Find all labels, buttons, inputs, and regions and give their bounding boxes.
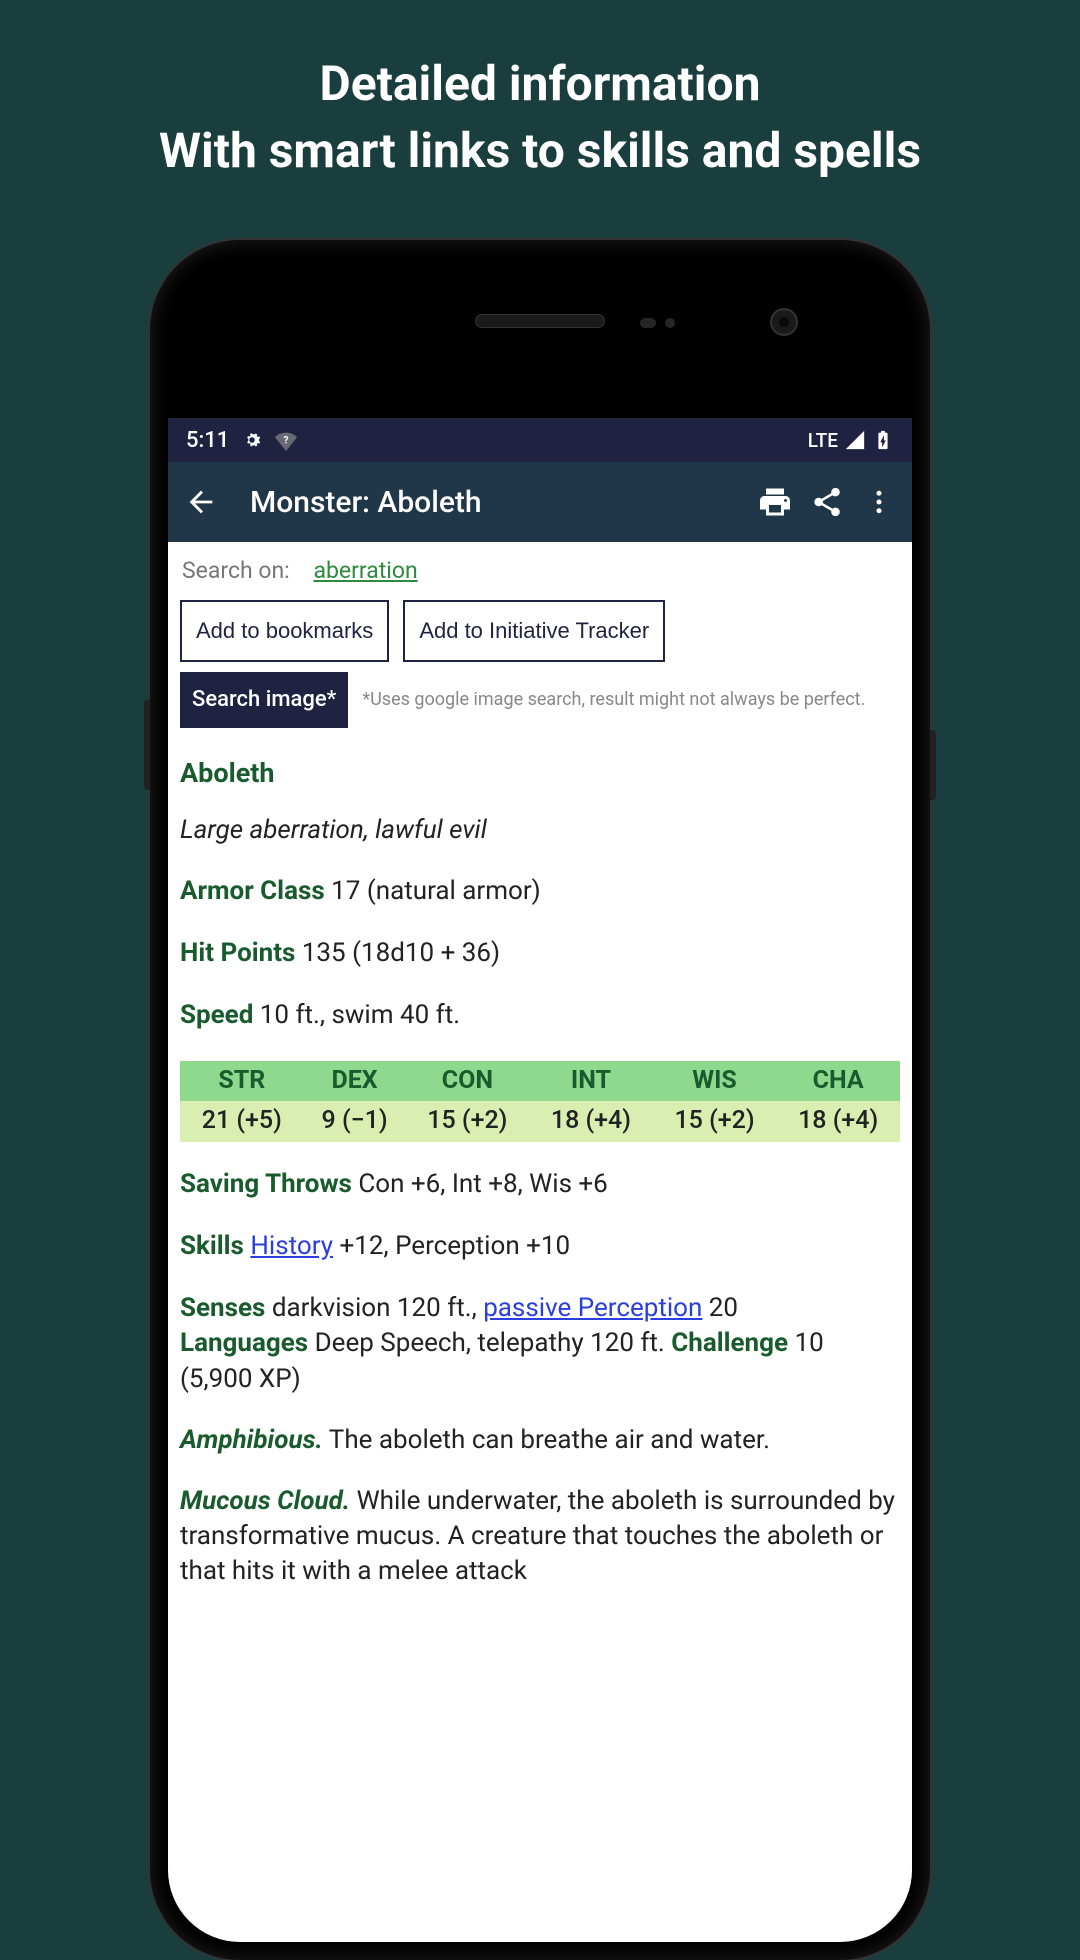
app-screen: 5:11 ? LTE [168,418,912,1942]
skills-line: Skills History +12, Perception +10 [180,1230,900,1264]
hp-label: Hit Points [180,938,295,968]
promo-line-1: Detailed information [40,50,1040,117]
ability-header: STR [180,1061,304,1102]
saves-value: Con +6, Int +8, Wis +6 [352,1169,608,1199]
phone-camera [770,308,798,336]
saving-throws-line: Saving Throws Con +6, Int +8, Wis +6 [180,1168,900,1202]
ability-header: DEX [304,1061,406,1102]
add-bookmark-button[interactable]: Add to bookmarks [180,600,389,662]
trait-amphibious: Amphibious. The aboleth can breathe air … [180,1423,900,1458]
trait-name: Amphibious. [180,1425,323,1455]
senses-post: 20 [702,1293,738,1323]
ability-value: 18 (+4) [529,1101,653,1142]
ability-value: 21 (+5) [180,1101,304,1142]
saves-label: Saving Throws [180,1169,352,1199]
wifi-unknown-icon: ? [275,429,297,451]
search-on-link[interactable]: aberration [313,557,417,584]
ability-header: CON [406,1061,530,1102]
skills-label: Skills [180,1231,244,1261]
phone-side-button-right [930,730,936,800]
phone-side-button-left [144,700,150,790]
challenge-label: Challenge [671,1328,788,1358]
armor-class-line: Armor Class 17 (natural armor) [180,875,900,909]
promo-heading: Detailed information With smart links to… [0,0,1080,184]
ability-header: CHA [776,1061,900,1102]
skill-link-history[interactable]: History [250,1231,333,1261]
monster-subtitle: Large aberration, lawful evil [180,814,900,848]
search-image-button[interactable]: Search image* [180,672,348,729]
speed-line: Speed 10 ft., swim 40 ft. [180,999,900,1033]
senses-pre: darkvision 120 ft., [265,1293,483,1323]
signal-icon [844,429,866,451]
page-title: Monster: Aboleth [250,485,742,520]
ability-value: 9 (−1) [304,1101,406,1142]
status-network: LTE [808,429,838,452]
print-button[interactable] [756,483,794,521]
status-bar: 5:11 ? LTE [168,418,912,462]
phone-sensor [640,318,656,328]
passive-perception-link[interactable]: passive Perception [483,1293,702,1323]
hit-points-line: Hit Points 135 (18d10 + 36) [180,937,900,971]
phone-sensor [665,318,675,328]
trait-mucous-cloud: Mucous Cloud. While underwater, the abol… [180,1484,900,1589]
status-time: 5:11 [186,428,229,453]
phone-speaker [475,314,605,328]
search-on-label: Search on: [182,557,290,584]
skills-rest: +12, Perception +10 [333,1231,570,1261]
languages-label: Languages [180,1328,308,1358]
ability-score-table: STR DEX CON INT WIS CHA 21 (+5) 9 (−1) 1… [180,1061,900,1142]
hp-value: 135 (18d10 + 36) [295,938,500,968]
add-initiative-button[interactable]: Add to Initiative Tracker [403,600,665,662]
content-scroll[interactable]: Search on: aberration Add to bookmarks A… [168,542,912,1589]
speed-label: Speed [180,1000,253,1030]
ac-label: Armor Class [180,876,325,906]
monster-name: Aboleth [180,756,900,791]
ability-value: 15 (+2) [406,1101,530,1142]
ability-value: 15 (+2) [653,1101,777,1142]
back-button[interactable] [182,483,220,521]
battery-charging-icon [872,429,894,451]
search-image-note: *Uses google image search, result might … [362,688,900,711]
trait-name: Mucous Cloud. [180,1486,350,1516]
promo-line-2: With smart links to skills and spells [40,117,1040,184]
ac-value: 17 (natural armor) [325,876,541,906]
languages-value: Deep Speech, telepathy 120 ft. [308,1328,671,1358]
app-bar: Monster: Aboleth [168,462,912,542]
gear-icon [241,429,263,451]
phone-frame: 5:11 ? LTE [150,240,930,1960]
share-button[interactable] [808,483,846,521]
ability-header: INT [529,1061,653,1102]
search-on-row: Search on: aberration [180,556,900,586]
senses-label: Senses [180,1293,265,1323]
ability-header: WIS [653,1061,777,1102]
trait-text: The aboleth can breathe air and water. [323,1425,770,1455]
senses-lang-block: Senses darkvision 120 ft., passive Perce… [180,1291,900,1396]
overflow-menu-button[interactable] [860,483,898,521]
svg-text:?: ? [284,436,289,447]
ability-value: 18 (+4) [776,1101,900,1142]
speed-value: 10 ft., swim 40 ft. [253,1000,460,1030]
